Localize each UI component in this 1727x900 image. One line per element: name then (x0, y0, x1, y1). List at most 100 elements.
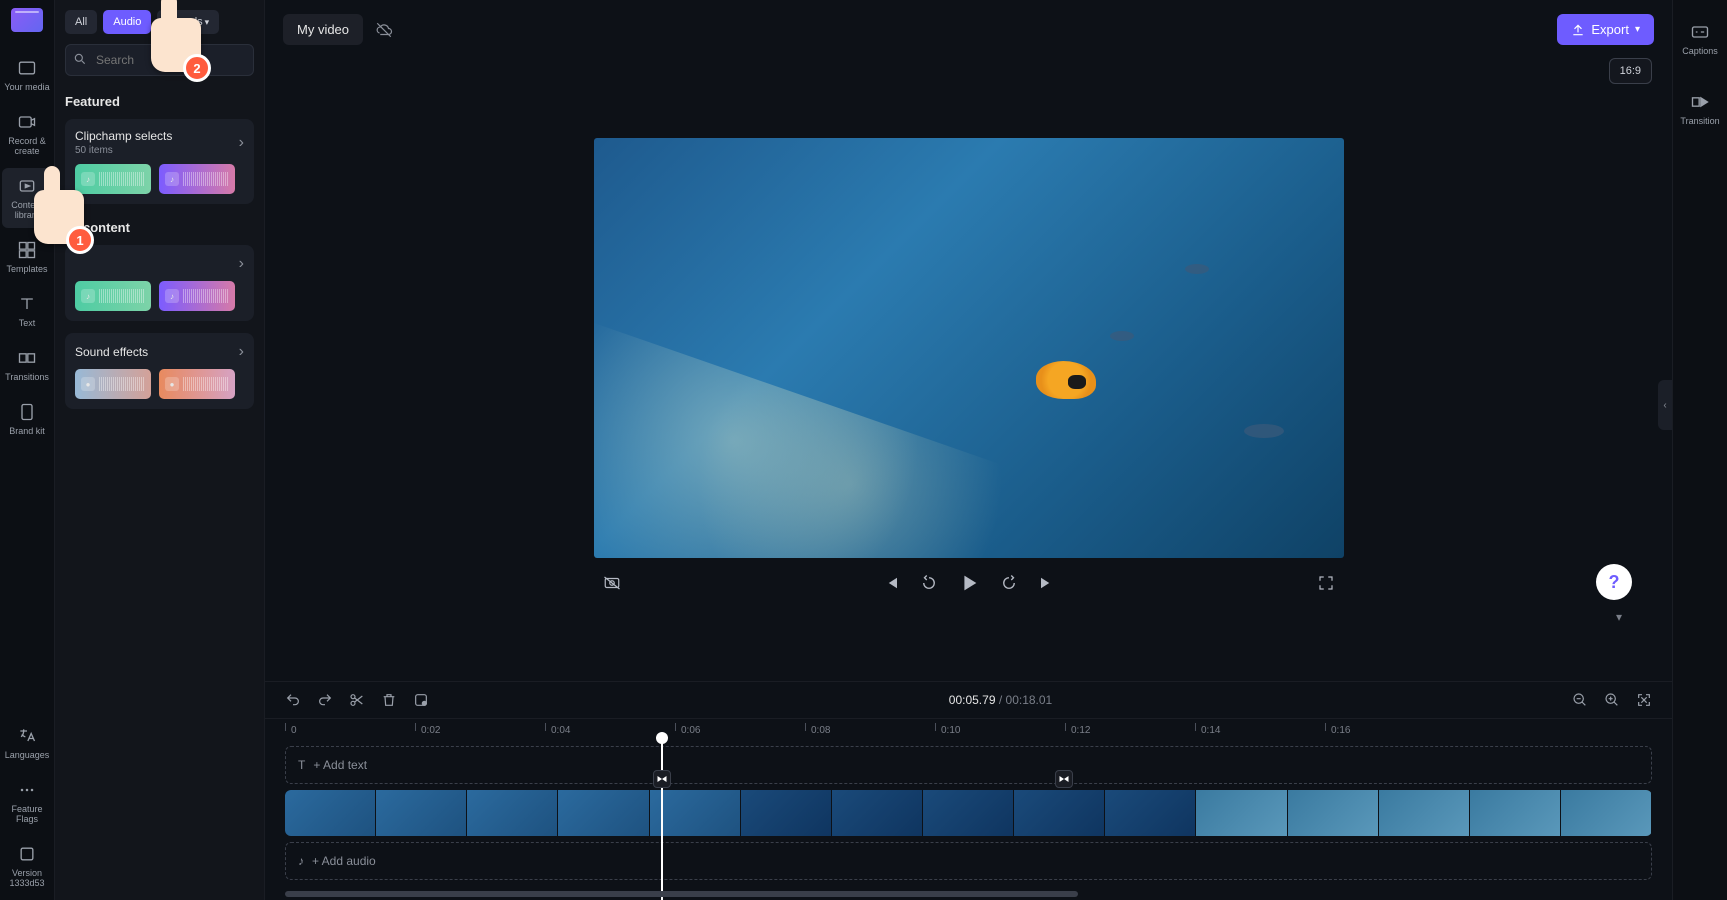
music-note-icon: ♪ (81, 289, 95, 303)
play-icon[interactable] (958, 572, 980, 594)
waveform-icon (183, 172, 229, 186)
video-clip[interactable] (1288, 790, 1379, 836)
rewind-10-icon[interactable] (920, 574, 938, 592)
timeline-ruler[interactable]: 0 0:02 0:04 0:06 0:08 0:10 0:12 0:14 0:1… (265, 718, 1672, 738)
tab-audio[interactable]: Audio (103, 10, 151, 34)
skip-forward-icon[interactable] (1038, 574, 1056, 592)
small-fish (1185, 264, 1209, 274)
nav-captions[interactable]: Captions (1675, 14, 1725, 64)
audio-thumb[interactable]: ● (159, 369, 235, 399)
content-card[interactable]: › ♪ ♪ (65, 245, 254, 321)
video-track[interactable] (285, 790, 1652, 836)
nav-label: Captions (1682, 46, 1718, 56)
ruler-tick: 0 (285, 725, 415, 736)
video-clip[interactable] (467, 790, 558, 836)
music-note-icon: ♪ (81, 172, 95, 186)
chevron-right-icon: › (239, 255, 244, 273)
nav-label: Feature Flags (2, 804, 52, 824)
help-button[interactable]: ? (1596, 564, 1632, 600)
audio-thumb[interactable]: ♪ (159, 164, 235, 194)
nav-label: Transitions (5, 372, 49, 382)
video-clip[interactable] (923, 790, 1014, 836)
video-clip[interactable] (1561, 790, 1652, 836)
timeline-scrollbar[interactable] (285, 891, 1652, 897)
nav-transitions[interactable]: Transitions (2, 340, 52, 390)
add-text-label: + Add text (313, 758, 367, 772)
nav-languages[interactable]: Languages (2, 718, 52, 768)
split-icon[interactable] (413, 692, 429, 708)
zoom-fit-icon[interactable] (1636, 692, 1652, 708)
skip-back-icon[interactable] (882, 574, 900, 592)
chevron-right-icon: › (239, 343, 244, 361)
nav-your-media[interactable]: Your media (2, 50, 52, 100)
zoom-out-icon[interactable] (1572, 692, 1588, 708)
aspect-ratio-button[interactable]: 16:9 (1609, 58, 1652, 84)
nav-content-library[interactable]: Content library (2, 168, 52, 228)
nav-record-create[interactable]: Record & create (2, 104, 52, 164)
card-subtitle: 50 items (75, 145, 172, 156)
fullscreen-icon[interactable] (1317, 574, 1335, 592)
nav-label: Templates (6, 264, 47, 274)
expand-right-panel-button[interactable]: ‹ (1658, 380, 1672, 430)
sound-effects-card[interactable]: Sound effects › ● ● (65, 333, 254, 409)
video-clip[interactable] (832, 790, 923, 836)
video-clip[interactable] (376, 790, 467, 836)
audio-thumb[interactable]: ♪ (75, 164, 151, 194)
nav-label: Brand kit (9, 426, 45, 436)
video-clip[interactable] (558, 790, 649, 836)
text-track[interactable]: T + Add text (285, 746, 1652, 784)
card-title: Clipchamp selects (75, 129, 172, 143)
small-fish (1110, 331, 1134, 341)
video-clip[interactable] (650, 790, 741, 836)
video-clip[interactable] (1014, 790, 1105, 836)
content-tabs: All Audio Visuals ▾ (65, 10, 254, 34)
search-icon (73, 52, 87, 66)
video-clip[interactable] (1196, 790, 1287, 836)
nav-more[interactable]: Feature Flags (2, 772, 52, 832)
nav-text[interactable]: Text (2, 286, 52, 336)
timeline-toolbar: 00:05.79 / 00:18.01 (265, 681, 1672, 718)
transition-handle[interactable] (1055, 770, 1073, 788)
scissors-icon[interactable] (349, 692, 365, 708)
tab-visuals[interactable]: Visuals ▾ (157, 10, 219, 34)
search-input[interactable] (65, 44, 254, 76)
nav-version[interactable]: Version 1333d53 (2, 836, 52, 896)
chevron-down-icon[interactable]: ▾ (1616, 610, 1622, 624)
video-clip[interactable] (1470, 790, 1561, 836)
nav-brand-kit[interactable]: Brand kit (2, 394, 52, 444)
audio-track[interactable]: ♪ + Add audio (285, 842, 1652, 880)
playhead[interactable] (661, 738, 663, 900)
audio-thumb[interactable]: ♪ (75, 281, 151, 311)
snapshot-icon[interactable] (603, 574, 621, 592)
audio-thumb[interactable]: ● (75, 369, 151, 399)
redo-icon[interactable] (317, 692, 333, 708)
nav-transition[interactable]: Transition (1675, 84, 1725, 134)
video-clip[interactable] (1379, 790, 1470, 836)
video-clip[interactable] (741, 790, 832, 836)
video-clip[interactable] (285, 790, 376, 836)
featured-card[interactable]: Clipchamp selects 50 items › ♪ ♪ (65, 119, 254, 204)
left-nav: Your media Record & create Content libra… (0, 0, 55, 900)
current-time: 00:05.79 (949, 693, 996, 707)
ruler-tick: 0:08 (805, 725, 935, 736)
video-clip[interactable] (1105, 790, 1196, 836)
waveform-icon (183, 289, 229, 303)
forward-10-icon[interactable] (1000, 574, 1018, 592)
export-label: Export (1591, 22, 1629, 37)
sound-icon: ● (81, 377, 95, 391)
total-time: 00:18.01 (1006, 693, 1053, 707)
content-panel: All Audio Visuals ▾ Featured Clipchamp s… (55, 0, 265, 900)
waveform-icon (99, 289, 145, 303)
cloud-off-icon[interactable] (375, 21, 393, 39)
export-button[interactable]: Export ▾ (1557, 14, 1654, 45)
nav-templates[interactable]: Templates (2, 232, 52, 282)
transition-handle[interactable] (653, 770, 671, 788)
project-title[interactable]: My video (283, 14, 363, 45)
zoom-in-icon[interactable] (1604, 692, 1620, 708)
audio-thumb[interactable]: ♪ (159, 281, 235, 311)
video-preview[interactable] (594, 138, 1344, 558)
small-fish (1244, 424, 1284, 438)
trash-icon[interactable] (381, 692, 397, 708)
undo-icon[interactable] (285, 692, 301, 708)
tab-all[interactable]: All (65, 10, 97, 34)
